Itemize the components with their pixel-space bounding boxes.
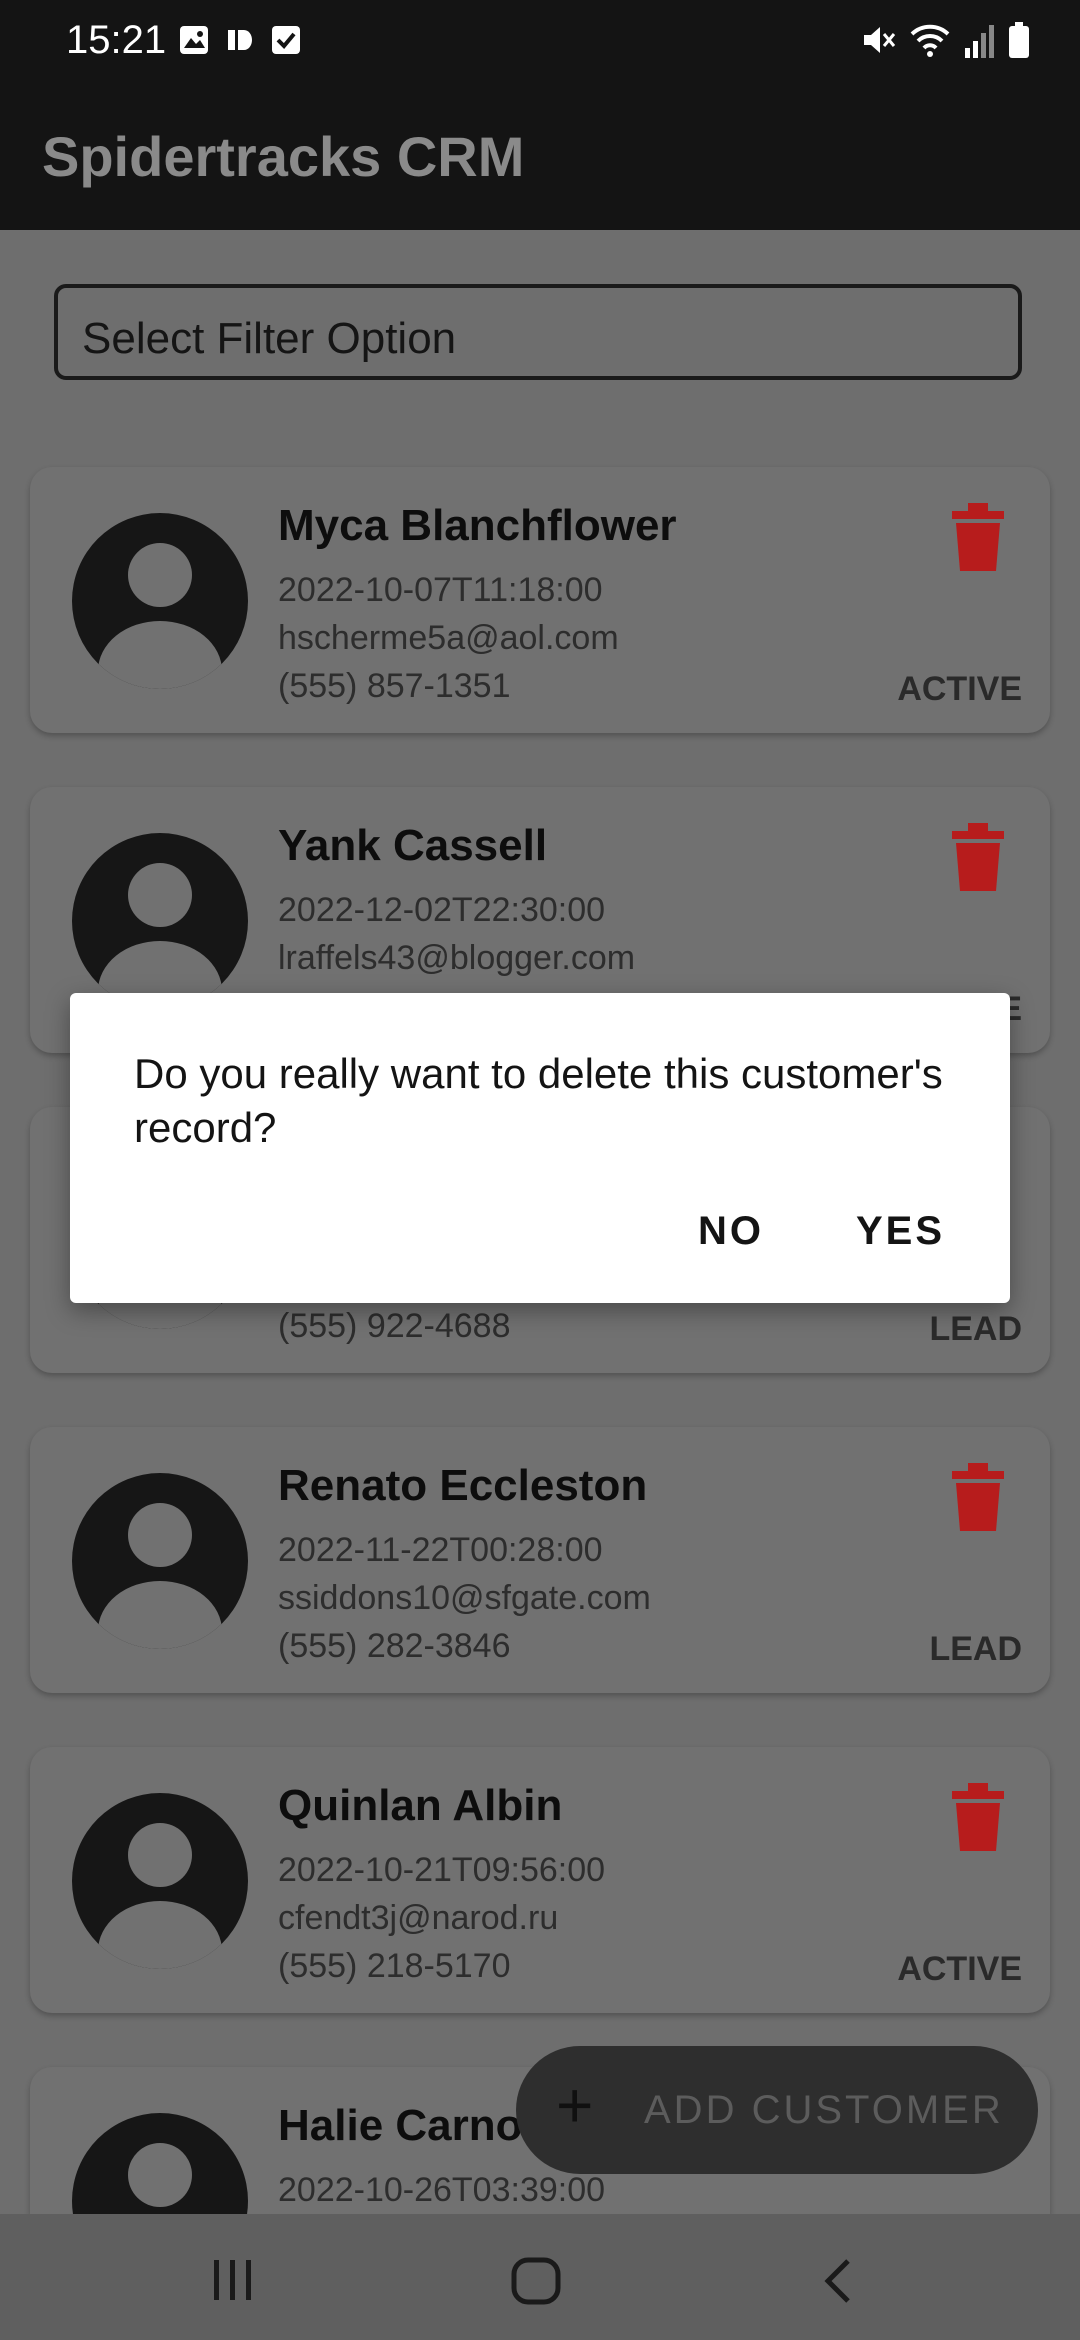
dialog-message: Do you really want to delete this custom… xyxy=(134,1050,943,1151)
delete-confirm-dialog: Do you really want to delete this custom… xyxy=(70,993,1010,1303)
no-button[interactable]: NO xyxy=(698,1209,764,1254)
yes-button[interactable]: YES xyxy=(856,1209,945,1254)
